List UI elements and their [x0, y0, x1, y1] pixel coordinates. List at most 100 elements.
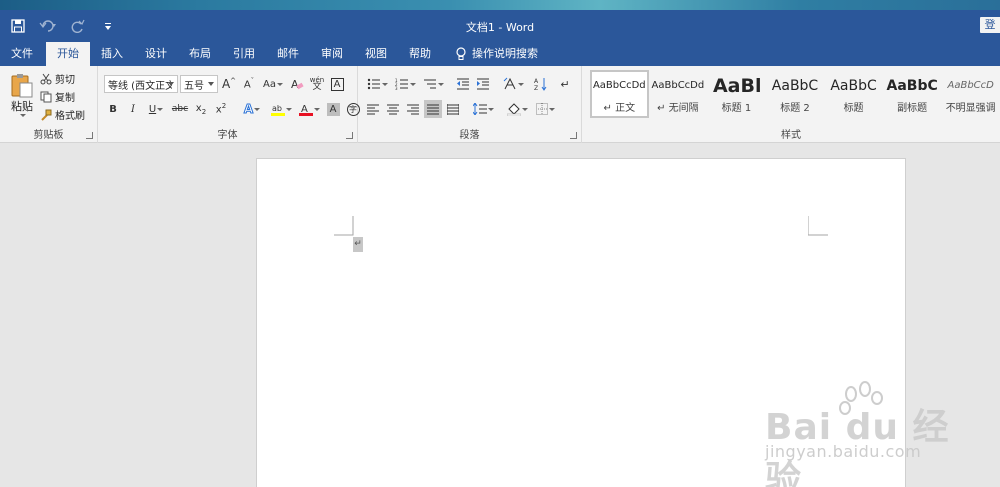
paragraph-mark-icon: ↵ [560, 77, 570, 91]
borders-icon [535, 103, 548, 115]
style-heading-2[interactable]: AaBbC 标题 2 [766, 70, 825, 118]
character-shading-icon: A [326, 102, 340, 116]
tab-help[interactable]: 帮助 [398, 42, 442, 66]
paste-button[interactable] [8, 72, 36, 101]
style-normal[interactable]: AaBbCcDd ↵ 正文 [590, 70, 649, 118]
decrease-indent-button[interactable] [454, 75, 472, 93]
text-effects-icon: A [243, 102, 254, 117]
tell-me-search[interactable]: 操作说明搜索 [442, 42, 549, 66]
grow-font-button[interactable]: A^ [220, 75, 238, 93]
grow-font-icon: A^ [221, 77, 237, 91]
chevron-down-icon [168, 82, 174, 86]
style-subtle-emphasis[interactable]: AaBbCcD 不明显强调 [941, 70, 1000, 118]
styles-gallery: AaBbCcDd ↵ 正文 AaBbCcDd ↵ 无间隔 AaBl 标题 1 A… [590, 70, 1000, 118]
tab-design[interactable]: 设计 [134, 42, 178, 66]
character-border-button[interactable]: A [328, 75, 346, 93]
paragraph-mark[interactable]: ↵ [353, 237, 363, 252]
superscript-button[interactable]: x2 [212, 100, 230, 118]
decrease-indent-icon [457, 78, 469, 90]
tab-home[interactable]: 开始 [46, 42, 90, 66]
format-painter-button[interactable]: 格式刷 [40, 107, 85, 122]
tab-layout[interactable]: 布局 [178, 42, 222, 66]
style-no-spacing[interactable]: AaBbCcDd ↵ 无间隔 [649, 70, 708, 118]
numbering-button[interactable]: 123 [392, 75, 418, 93]
font-name-value: 等线 (西文正文) [108, 80, 172, 92]
align-left-button[interactable] [364, 100, 382, 118]
line-spacing-button[interactable] [470, 100, 496, 118]
paste-dropdown-icon[interactable] [19, 114, 26, 117]
shrink-font-icon: Aˇ [243, 77, 255, 91]
increase-indent-button[interactable] [474, 75, 492, 93]
tab-file[interactable]: 文件 [0, 42, 44, 66]
chinese-layout-button[interactable] [500, 75, 526, 93]
clipboard-group-label: 剪贴板 [33, 130, 64, 141]
subscript-button[interactable]: x2 [192, 100, 210, 118]
tab-mailings[interactable]: 邮件 [266, 42, 310, 66]
caret-down-icon [521, 107, 528, 111]
bold-icon: B [109, 103, 117, 115]
paragraph-group: 123 AZ ↵ 段落 [358, 66, 582, 143]
title-bar-background-strip [0, 0, 1000, 10]
justify-button[interactable] [424, 100, 442, 118]
highlight-color-button[interactable]: ab [268, 100, 294, 118]
watermark: Bai du 经验 jingyan.baidu.com [765, 380, 985, 487]
distributed-icon [447, 103, 459, 115]
tell-me-label: 操作说明搜索 [472, 47, 538, 60]
cut-button[interactable]: 剪切 [40, 71, 75, 86]
paragraph-group-label: 段落 [459, 130, 480, 141]
strikethrough-button[interactable]: abc [170, 100, 190, 118]
multilevel-list-button[interactable] [420, 75, 446, 93]
style-title[interactable]: AaBbC 标题 [824, 70, 883, 118]
font-color-button[interactable]: A [296, 100, 322, 118]
distributed-button[interactable] [444, 100, 462, 118]
shading-button[interactable] [504, 100, 530, 118]
copy-button[interactable]: 复制 [40, 89, 75, 104]
style-name: 副标题 [897, 102, 928, 114]
style-sample: AaBl [712, 74, 762, 97]
text-effects-button[interactable]: A [238, 100, 266, 118]
tab-insert[interactable]: 插入 [90, 42, 134, 66]
italic-button[interactable]: I [124, 100, 142, 118]
show-hide-marks-button[interactable]: ↵ [556, 75, 574, 93]
caret-down-icon [517, 82, 524, 86]
font-size-combo[interactable]: 五号 [180, 75, 218, 93]
sign-in-button[interactable]: 登 [980, 17, 1000, 33]
style-name: 标题 2 [780, 102, 810, 114]
ribbon-tabs: 文件 开始 插入 设计 布局 引用 邮件 审阅 视图 帮助 操作说明搜索 [0, 40, 1000, 66]
title-bar: 文档1 - Word 登 [0, 0, 1000, 40]
bullets-button[interactable] [364, 75, 390, 93]
style-name: 不明显强调 [945, 102, 996, 114]
svg-text:A: A [534, 78, 539, 85]
svg-text:A: A [291, 78, 299, 91]
font-group: 等线 (西文正文) 五号 A^ Aˇ Aa A wén 文 A B I U ab… [98, 66, 360, 143]
paragraph-dialog-launcher[interactable] [570, 132, 577, 139]
character-shading-button[interactable]: A [324, 100, 342, 118]
bold-button[interactable]: B [104, 100, 122, 118]
caret-down-icon [313, 107, 320, 111]
style-heading-1[interactable]: AaBl 标题 1 [707, 70, 766, 118]
tab-review[interactable]: 审阅 [310, 42, 354, 66]
clear-formatting-button[interactable]: A [288, 75, 306, 93]
sort-button[interactable]: AZ [532, 75, 550, 93]
borders-button[interactable] [532, 100, 558, 118]
align-right-button[interactable] [404, 100, 422, 118]
ribbon: 粘贴 剪切 复制 格式刷 剪贴板 等线 (西文正文) 五号 A^ Aˇ Aa A… [0, 66, 1000, 143]
change-case-button[interactable]: Aa [260, 75, 286, 93]
italic-icon: I [131, 103, 135, 115]
clipboard-dialog-launcher[interactable] [86, 132, 93, 139]
style-name: 标题 1 [721, 102, 752, 114]
underline-button[interactable]: U [144, 100, 168, 118]
clipboard-group: 粘贴 剪切 复制 格式刷 剪贴板 [0, 66, 98, 143]
style-subtitle[interactable]: AaBbC 副标题 [883, 70, 942, 118]
shrink-font-button[interactable]: Aˇ [240, 75, 258, 93]
multilevel-list-icon [423, 79, 436, 89]
align-center-button[interactable] [384, 100, 402, 118]
character-border-icon: A [330, 77, 344, 91]
tab-references[interactable]: 引用 [222, 42, 266, 66]
phonetic-guide-button[interactable]: wén 文 [308, 75, 326, 93]
font-name-combo[interactable]: 等线 (西文正文) [104, 75, 178, 93]
font-dialog-launcher[interactable] [346, 132, 353, 139]
tab-view[interactable]: 视图 [354, 42, 398, 66]
phonetic-guide-icon: wén 文 [309, 76, 325, 92]
svg-text:3: 3 [395, 86, 398, 90]
